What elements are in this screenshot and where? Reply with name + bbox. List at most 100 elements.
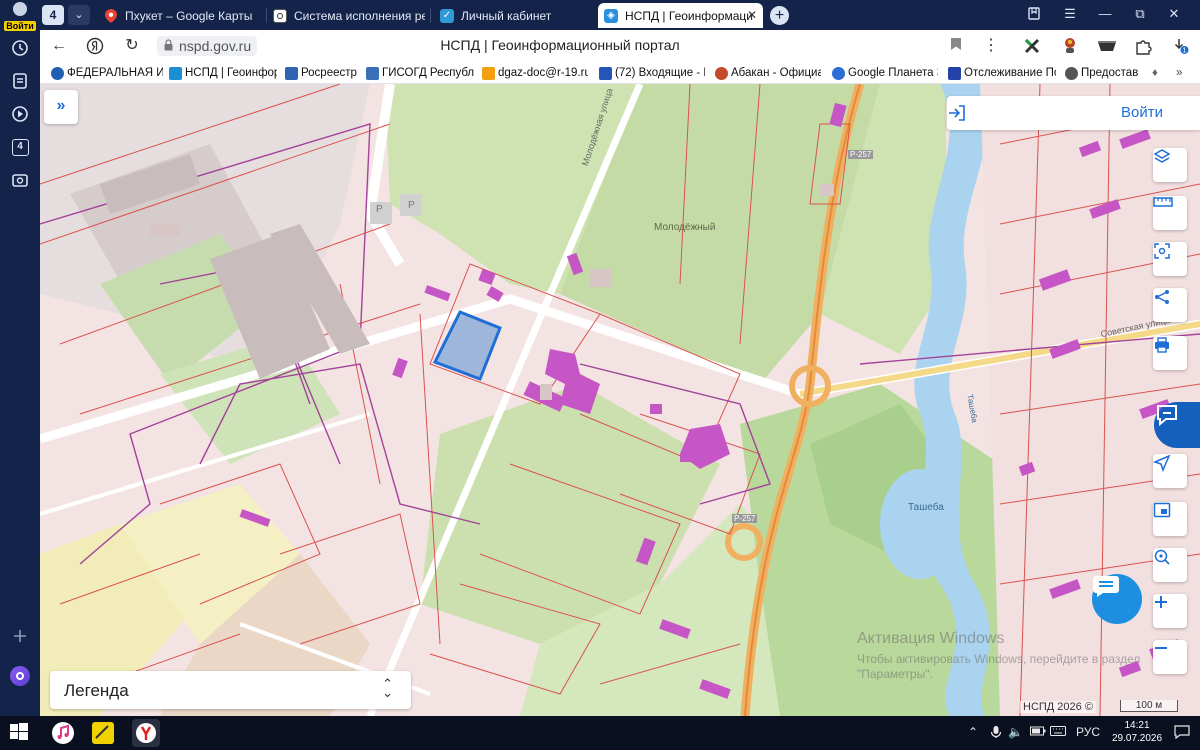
- speaker-icon[interactable]: 🔈: [1008, 725, 1023, 739]
- alice-assistant-icon[interactable]: [8, 664, 32, 688]
- sidebar-counter-label: 4: [11, 138, 29, 156]
- itunes-icon[interactable]: [52, 722, 74, 744]
- new-tab-plus-icon[interactable]: +: [770, 6, 789, 25]
- yandex-browser-taskbar-icon[interactable]: [132, 719, 160, 747]
- language-indicator[interactable]: РУС: [1076, 725, 1100, 739]
- extension-figure-icon[interactable]: [1061, 37, 1079, 55]
- bookmark-inbox[interactable]: (72) Входящие - П: [599, 65, 705, 81]
- map-view[interactable]: Молодёжная улица Молодёжный Советская ул…: [40, 84, 1200, 716]
- chat-bubble-icon[interactable]: [1092, 574, 1142, 624]
- bookmark-favicon-icon: [169, 66, 182, 80]
- tab-google-maps[interactable]: Пхукет – Google Карты: [98, 3, 258, 28]
- bookmark-rosreestr[interactable]: Росреестр: [285, 65, 360, 81]
- river-label: Ташеба: [908, 502, 944, 513]
- tab-count-button[interactable]: 4: [42, 5, 64, 25]
- district-label: Молодёжный: [654, 222, 716, 233]
- sidebar-counter-icon[interactable]: 4: [8, 135, 32, 159]
- login-arrow-icon: [949, 105, 965, 121]
- zoom-in-icon[interactable]: [1153, 594, 1187, 628]
- area-select-icon[interactable]: [1153, 242, 1187, 276]
- map-login-button[interactable]: Войти: [947, 96, 1200, 130]
- page-title: НСПД | Геоинформационный портал: [440, 37, 680, 53]
- bookmark-google-earth[interactable]: Google Планета З: [832, 65, 938, 81]
- browser-sidebar: Войти 4: [0, 0, 40, 716]
- bookmark-nspd[interactable]: НСПД | Геоинфор: [169, 65, 277, 81]
- bookmark-gisogd[interactable]: ГИСОГД Республ: [366, 65, 474, 81]
- bookmarks-overflow-chevron-icon[interactable]: »: [1176, 65, 1194, 81]
- collections-icon[interactable]: [8, 69, 32, 93]
- microphone-icon[interactable]: [990, 725, 1002, 742]
- tab-enforcement-system[interactable]: Система исполнения ре: [267, 3, 425, 28]
- bookmark-favicon-icon: [715, 66, 728, 80]
- media-play-icon[interactable]: [8, 102, 32, 126]
- main-menu-icon[interactable]: ☰: [1060, 6, 1080, 22]
- extension-shield-icon[interactable]: [1097, 37, 1116, 55]
- back-arrow-icon[interactable]: ←: [49, 37, 69, 55]
- map-canvas[interactable]: [40, 84, 1200, 716]
- bookmark-dgaz-mail[interactable]: dgaz-doc@r-19.ru: [482, 65, 588, 81]
- tab-list-chevron-icon[interactable]: ⌄: [68, 5, 90, 25]
- close-window-icon[interactable]: ✕: [1164, 6, 1184, 22]
- location-search-icon[interactable]: [1153, 548, 1187, 582]
- notifications-icon[interactable]: [1174, 725, 1190, 742]
- bookmark-flag-icon[interactable]: [946, 37, 966, 55]
- parking-label: P: [408, 200, 415, 211]
- downloads-count: 1: [1183, 48, 1187, 55]
- reload-icon[interactable]: ↻: [122, 37, 142, 55]
- bookmark-label: Росреестр: [301, 67, 357, 79]
- url-field[interactable]: nspd.gov.ru: [157, 36, 258, 56]
- battery-icon[interactable]: [1030, 725, 1046, 740]
- ruler-measure-icon[interactable]: [1153, 196, 1187, 230]
- bookmark-provision[interactable]: Предостав: [1065, 65, 1149, 81]
- bookmark-emblem-icon[interactable]: ♦: [1152, 65, 1172, 81]
- zoom-out-icon[interactable]: [1153, 640, 1187, 674]
- minimap-icon[interactable]: [1153, 502, 1187, 536]
- lock-icon: [164, 39, 173, 51]
- bookmark-label: НСПД | Геоинфор: [185, 67, 277, 79]
- tab-personal-account[interactable]: ✓ Личный кабинет: [434, 3, 594, 28]
- layers-icon[interactable]: [1153, 148, 1187, 182]
- windows-start-icon[interactable]: [9, 722, 31, 744]
- bookmark-label: (72) Входящие - П: [615, 67, 705, 79]
- screenshot-icon[interactable]: [8, 168, 32, 192]
- gosuslugi-assistant-icon[interactable]: [1154, 402, 1200, 448]
- taskbar-clock[interactable]: 14:21 29.07.2026: [1112, 719, 1162, 745]
- windows-activation-title: Активация Windows: [857, 630, 1005, 647]
- parking-label: P: [376, 204, 383, 215]
- tab-label: Пхукет – Google Карты: [125, 8, 253, 23]
- downloads-icon[interactable]: 1: [1171, 37, 1189, 55]
- extension-puzzle-icon[interactable]: [1134, 37, 1152, 55]
- tab-close-icon[interactable]: ✕: [747, 8, 757, 22]
- legend-dropdown[interactable]: Легенда ⌃ ⌄: [50, 671, 411, 709]
- legend-label: Легенда: [64, 681, 129, 700]
- print-icon[interactable]: [1153, 336, 1187, 370]
- clock-date: 29.07.2026: [1112, 733, 1163, 744]
- restore-window-icon[interactable]: ⧉: [1130, 6, 1150, 22]
- yandex-home-icon[interactable]: [85, 37, 105, 55]
- share-icon[interactable]: [1153, 288, 1187, 322]
- extension-x-icon[interactable]: [1023, 37, 1041, 55]
- tray-expand-chevron-icon[interactable]: ⌃: [968, 725, 978, 739]
- keyboard-icon[interactable]: [1050, 725, 1066, 740]
- tab-divider: [430, 8, 431, 23]
- road-number-label: Р-257: [848, 150, 874, 159]
- bookmark-tracking[interactable]: Отслеживание По: [948, 65, 1056, 81]
- tab-nspd-active[interactable]: ◈ НСПД | Геоинформаци ✕: [598, 3, 763, 28]
- history-icon[interactable]: [8, 36, 32, 60]
- geolocation-arrow-icon[interactable]: [1153, 454, 1187, 488]
- bookmarks-bar: ФЕДЕРАЛЬНАЯ И НСПД | Геоинфор Росреестр …: [40, 62, 1200, 84]
- expand-panel-chevrons-icon[interactable]: »: [44, 90, 78, 124]
- profile-login-badge[interactable]: Войти: [3, 2, 37, 31]
- browser-window: Войти 4 4 ⌄ Пхукет – Google Карты Систем…: [0, 0, 1200, 750]
- minimize-icon[interactable]: —: [1095, 6, 1115, 21]
- map-scale-bar: 100 м: [1120, 700, 1178, 712]
- bookmark-federal[interactable]: ФЕДЕРАЛЬНАЯ И: [51, 65, 163, 81]
- more-options-icon[interactable]: ⋮: [981, 37, 1001, 55]
- bookmark-favicon-icon: [948, 66, 961, 80]
- bookmark-abakan[interactable]: Абакан - Официа: [715, 65, 821, 81]
- sticky-notes-icon[interactable]: [92, 722, 114, 744]
- bookmark-pane-icon[interactable]: [1024, 6, 1044, 23]
- add-panel-icon[interactable]: [8, 624, 32, 648]
- bookmark-label: Отслеживание По: [964, 67, 1056, 79]
- address-bar: ← ↻ nspd.gov.ru НСПД | Геоинформационный…: [40, 30, 1200, 62]
